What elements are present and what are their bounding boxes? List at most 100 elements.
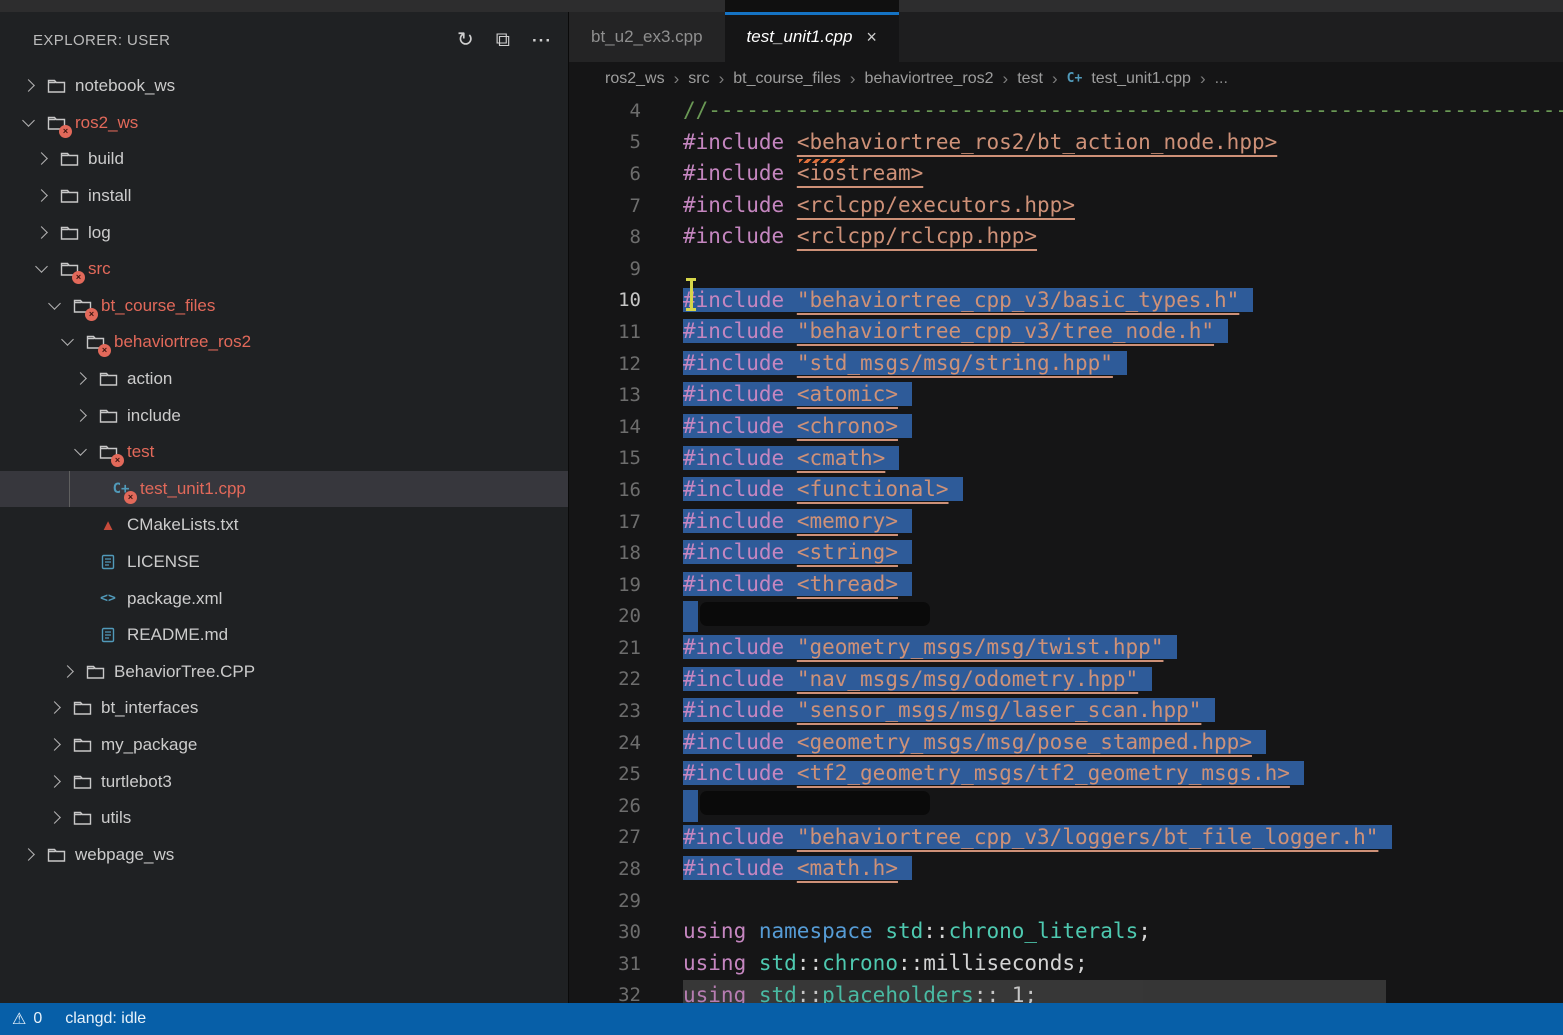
code-line-24[interactable]: 24#include <geometry_msgs/msg/pose_stamp… [569, 727, 1563, 759]
chevron-right-icon[interactable] [33, 151, 49, 167]
line-content[interactable]: #include "nav_msgs/msg/odometry.hpp" [683, 664, 1152, 696]
tab-bt-u2-ex3-cpp[interactable]: bt_u2_ex3.cpp [569, 12, 725, 62]
tree-item-package-xml[interactable]: <>package.xml [0, 580, 568, 617]
refresh-icon[interactable]: ↻ [457, 30, 474, 50]
code-line-28[interactable]: 28#include <math.h> [569, 853, 1563, 885]
line-content[interactable]: #include "sensor_msgs/msg/laser_scan.hpp… [683, 695, 1215, 727]
line-content[interactable]: #include <math.h> [683, 853, 912, 885]
chevron-right-icon[interactable] [46, 700, 62, 716]
breadcrumb-item-test[interactable]: test [1017, 70, 1043, 88]
tree-item-behaviortree-cpp[interactable]: BehaviorTree.CPP [0, 654, 568, 691]
clangd-status[interactable]: clangd: idle [65, 1010, 146, 1028]
chevron-right-icon[interactable] [46, 810, 62, 826]
breadcrumb-item-bt_course_files[interactable]: bt_course_files [733, 70, 841, 88]
chevron-right-icon[interactable] [20, 78, 36, 94]
line-content[interactable]: #include <functional> [683, 474, 963, 506]
chevron-right-icon[interactable] [46, 774, 62, 790]
chevron-right-icon[interactable] [33, 225, 49, 241]
code-line-19[interactable]: 19#include <thread> [569, 569, 1563, 601]
line-content[interactable]: using std::chrono::milliseconds; [683, 948, 1088, 980]
chevron-down-icon[interactable] [20, 115, 36, 131]
tree-item-webpage-ws[interactable]: webpage_ws [0, 836, 568, 873]
code-line-6[interactable]: 6#include <iostream> [569, 158, 1563, 190]
tree-item-test-unit1-cpp[interactable]: C+×test_unit1.cpp [0, 471, 568, 508]
tree-item-action[interactable]: action [0, 361, 568, 398]
breadcrumb-item-src[interactable]: src [688, 70, 709, 88]
chevron-right-icon[interactable] [46, 737, 62, 753]
chevron-right-icon[interactable] [72, 408, 88, 424]
chevron-right-icon[interactable] [72, 371, 88, 387]
code-line-8[interactable]: 8#include <rclcpp/rclcpp.hpp> [569, 221, 1563, 253]
line-content[interactable]: #include "geometry_msgs/msg/twist.hpp" [683, 632, 1177, 664]
tree-item-bt-course-files[interactable]: ×bt_course_files [0, 288, 568, 325]
line-content[interactable]: #include <iostream> [683, 158, 923, 190]
line-content[interactable]: #include <memory> [683, 506, 912, 538]
code-line-26[interactable]: 26 [569, 790, 1563, 822]
code-line-20[interactable]: 20 [569, 601, 1563, 633]
line-content[interactable]: #include <chrono> [683, 411, 912, 443]
chevron-down-icon[interactable] [46, 298, 62, 314]
line-content[interactable]: #include <thread> [683, 569, 912, 601]
line-content[interactable]: #include <behaviortree_ros2/bt_action_no… [683, 127, 1277, 159]
code-line-7[interactable]: 7#include <rclcpp/executors.hpp> [569, 190, 1563, 222]
collapse-folders-icon[interactable]: ⧉ [496, 30, 510, 50]
chevron-down-icon[interactable] [72, 444, 88, 460]
line-content[interactable]: #include <rclcpp/rclcpp.hpp> [683, 221, 1037, 253]
chevron-down-icon[interactable] [33, 261, 49, 277]
line-content[interactable]: #include <atomic> [683, 379, 912, 411]
code-line-9[interactable]: 9 [569, 253, 1563, 285]
tree-item-readme-md[interactable]: README.md [0, 617, 568, 654]
code-line-18[interactable]: 18#include <string> [569, 537, 1563, 569]
chevron-right-icon[interactable] [59, 664, 75, 680]
line-content[interactable]: #include "behaviortree_cpp_v3/basic_type… [683, 285, 1253, 317]
line-content[interactable]: using namespace std::chrono_literals; [683, 916, 1151, 948]
code-line-27[interactable]: 27#include "behaviortree_cpp_v3/loggers/… [569, 822, 1563, 854]
code-line-25[interactable]: 25#include <tf2_geometry_msgs/tf2_geomet… [569, 758, 1563, 790]
line-content[interactable]: #include "behaviortree_cpp_v3/tree_node.… [683, 316, 1228, 348]
close-icon[interactable]: × [866, 27, 877, 48]
tree-item-include[interactable]: include [0, 397, 568, 434]
line-content[interactable]: #include "std_msgs/msg/string.hpp" [683, 348, 1127, 380]
code-line-30[interactable]: 30using namespace std::chrono_literals; [569, 916, 1563, 948]
tree-item-utils[interactable]: utils [0, 800, 568, 837]
code-line-11[interactable]: 11#include "behaviortree_cpp_v3/tree_nod… [569, 316, 1563, 348]
chevron-right-icon[interactable] [33, 188, 49, 204]
code-line-5[interactable]: 5#include <behaviortree_ros2/bt_action_n… [569, 127, 1563, 159]
line-content[interactable] [683, 790, 930, 822]
more-actions-icon[interactable]: ··· [532, 32, 552, 49]
problems-indicator[interactable]: ⚠ 0 [12, 1009, 42, 1029]
code-line-15[interactable]: 15#include <cmath> [569, 443, 1563, 475]
line-content[interactable]: #include <string> [683, 537, 912, 569]
tree-item-bt-interfaces[interactable]: bt_interfaces [0, 690, 568, 727]
code-line-17[interactable]: 17#include <memory> [569, 506, 1563, 538]
code-line-22[interactable]: 22#include "nav_msgs/msg/odometry.hpp" [569, 664, 1563, 696]
line-content[interactable]: #include <tf2_geometry_msgs/tf2_geometry… [683, 758, 1304, 790]
code-line-4[interactable]: 4//-------------------------------------… [569, 95, 1563, 127]
breadcrumb-overflow[interactable]: ... [1215, 70, 1228, 88]
tree-item-src[interactable]: ×src [0, 251, 568, 288]
code-area[interactable]: 4//-------------------------------------… [569, 95, 1563, 1003]
chevron-right-icon[interactable] [20, 847, 36, 863]
code-line-14[interactable]: 14#include <chrono> [569, 411, 1563, 443]
line-content[interactable]: #include "behaviortree_cpp_v3/loggers/bt… [683, 822, 1392, 854]
tree-item-my-package[interactable]: my_package [0, 727, 568, 764]
code-line-23[interactable]: 23#include "sensor_msgs/msg/laser_scan.h… [569, 695, 1563, 727]
line-content[interactable] [683, 601, 930, 633]
code-line-16[interactable]: 16#include <functional> [569, 474, 1563, 506]
tree-item-cmakelists-txt[interactable]: ▲CMakeLists.txt [0, 507, 568, 544]
code-line-31[interactable]: 31using std::chrono::milliseconds; [569, 948, 1563, 980]
line-content[interactable]: #include <cmath> [683, 443, 899, 475]
breadcrumb-item-file[interactable]: test_unit1.cpp [1091, 70, 1191, 88]
tab-test-unit1-cpp[interactable]: test_unit1.cpp× [725, 12, 899, 62]
code-line-12[interactable]: 12#include "std_msgs/msg/string.hpp" [569, 348, 1563, 380]
tree-item-behaviortree-ros2[interactable]: ×behaviortree_ros2 [0, 324, 568, 361]
line-content[interactable]: using std::placeholders::_1; [683, 980, 1386, 1003]
breadcrumb-item-behaviortree_ros2[interactable]: behaviortree_ros2 [865, 70, 994, 88]
tree-item-test[interactable]: ×test [0, 434, 568, 471]
chevron-down-icon[interactable] [59, 334, 75, 350]
code-line-13[interactable]: 13#include <atomic> [569, 379, 1563, 411]
breadcrumb-item-ros2_ws[interactable]: ros2_ws [605, 70, 665, 88]
code-line-29[interactable]: 29 [569, 885, 1563, 917]
line-content[interactable]: #include <rclcpp/executors.hpp> [683, 190, 1075, 222]
code-line-21[interactable]: 21#include "geometry_msgs/msg/twist.hpp" [569, 632, 1563, 664]
